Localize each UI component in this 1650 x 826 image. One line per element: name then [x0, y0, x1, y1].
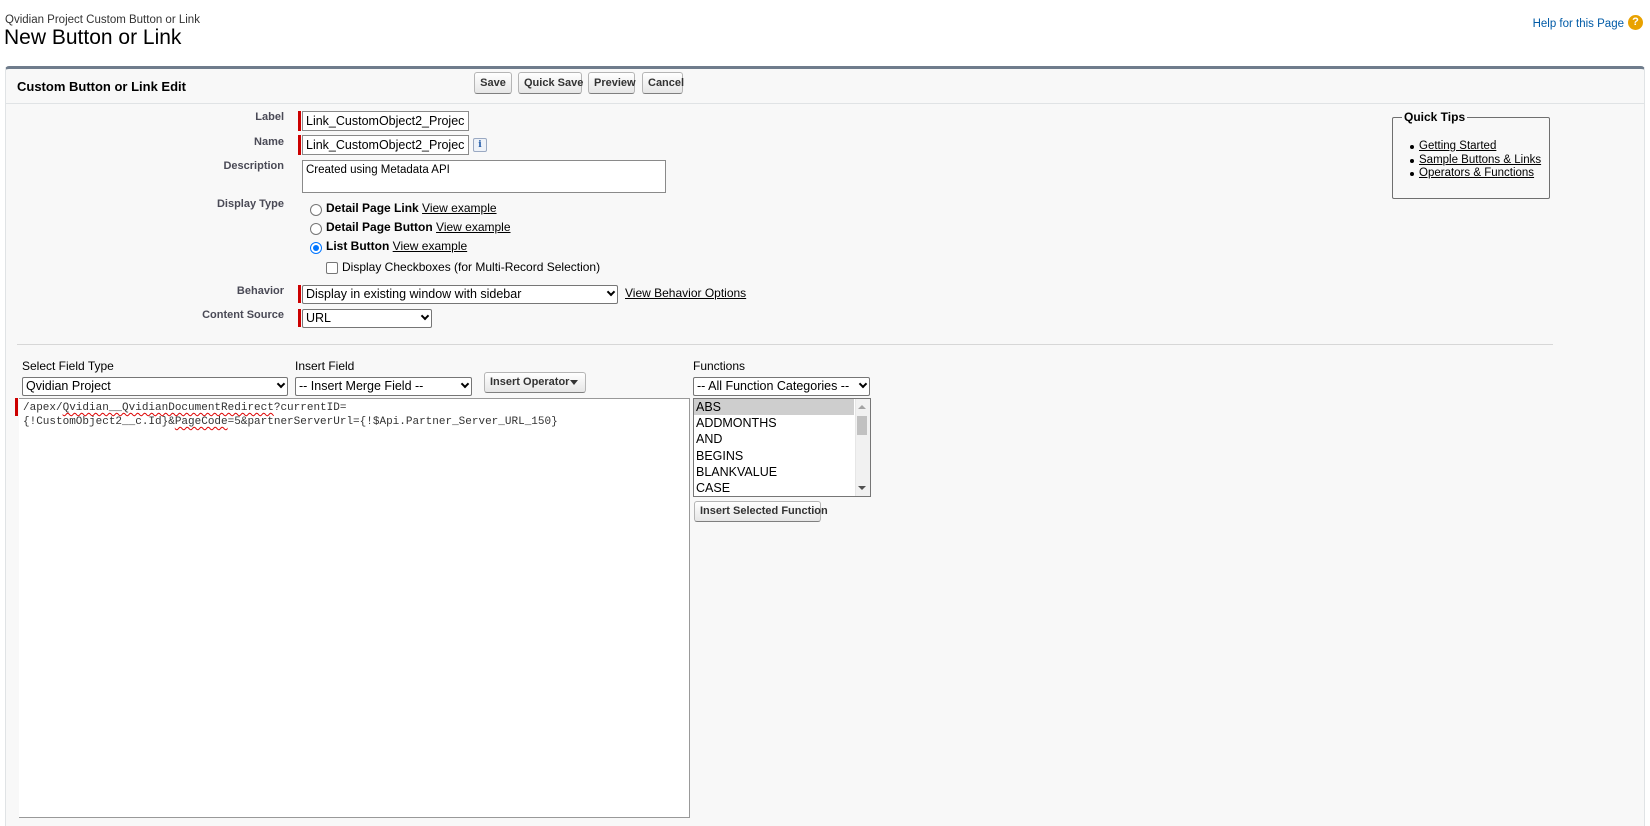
cancel-button[interactable]: Cancel [642, 72, 684, 94]
description-textarea[interactable]: Created using Metadata API [302, 160, 666, 193]
behavior-caption: Behavior [236, 285, 284, 297]
insert-operator-label: Insert Operator [490, 376, 570, 388]
scrollbar[interactable] [855, 399, 870, 496]
info-icon[interactable]: i [473, 138, 487, 152]
label-caption: Label [255, 111, 284, 123]
help-link[interactable]: Help for this Page [1533, 18, 1624, 30]
required-indicator [298, 111, 301, 131]
list-item: Operators & Functions [1409, 167, 1541, 181]
detail-page-button-label: Detail Page Button [326, 220, 433, 234]
panel-title: Custom Button or Link Edit [17, 79, 186, 94]
list-item: Getting Started [1409, 140, 1541, 154]
content-source-value: URL [306, 311, 332, 325]
view-behavior-options-link[interactable]: View Behavior Options [625, 286, 746, 300]
insert-selected-function-button[interactable]: Insert Selected Function [694, 501, 828, 522]
chevron-down-icon [420, 311, 430, 321]
formula-text: /apex/Qvidian__QvidianDocumentRedirect?c… [23, 402, 558, 428]
content-source-caption: Content Source [202, 309, 284, 321]
list-item[interactable]: BEGINS [694, 448, 854, 464]
scrollbar-thumb[interactable] [857, 416, 867, 435]
list-item[interactable]: ABS [694, 399, 854, 416]
getting-started-link[interactable]: Getting Started [1419, 140, 1496, 152]
list-item[interactable]: BLANKVALUE [694, 464, 854, 480]
list-item: Sample Buttons & Links [1409, 154, 1541, 168]
view-example-link[interactable]: View example [422, 201, 496, 215]
detail-page-link-option: Detail Page Link View example [326, 201, 497, 215]
chevron-down-icon [460, 379, 470, 389]
preview-button[interactable]: Preview [588, 72, 636, 94]
page-subtitle: Qvidian Project Custom Button or Link [5, 14, 200, 26]
field-type-select[interactable]: Qvidian Project [22, 377, 288, 396]
detail-page-link-label: Detail Page Link [326, 201, 419, 215]
dropdown-arrow-icon [570, 380, 578, 385]
function-list[interactable]: ABS ADDMONTHS AND BEGINS BLANKVALUE CASE [693, 398, 871, 497]
display-checkboxes-label: Display Checkboxes (for Multi-Record Sel… [342, 260, 601, 274]
view-example-link[interactable]: View example [436, 220, 510, 234]
list-button-label: List Button [326, 239, 390, 253]
required-indicator [298, 285, 301, 303]
quick-save-button[interactable]: Quick Save [518, 72, 583, 94]
list-item[interactable]: AND [694, 431, 854, 447]
name-caption: Name [254, 136, 284, 148]
list-button-option: List Button View example [326, 239, 467, 253]
quick-tips-list: Getting Started Sample Buttons & Links O… [1409, 140, 1541, 181]
insert-operator-button[interactable]: Insert Operator [484, 372, 586, 393]
help-icon[interactable]: ? [1628, 15, 1643, 30]
scroll-down-icon[interactable] [858, 486, 866, 490]
field-type-value: Qvidian Project [26, 379, 111, 393]
insert-field-value: -- Insert Merge Field -- [299, 379, 424, 393]
display-checkboxes-checkbox[interactable] [326, 262, 338, 274]
chevron-down-icon [606, 287, 616, 297]
detail-page-button-option: Detail Page Button View example [326, 220, 511, 234]
behavior-value: Display in existing window with sidebar [306, 287, 522, 301]
insert-field-caption: Insert Field [295, 359, 355, 373]
panel-header [5, 69, 1645, 104]
formula-editor[interactable] [19, 398, 690, 818]
chevron-down-icon [858, 379, 868, 389]
operators-functions-link[interactable]: Operators & Functions [1419, 167, 1534, 179]
display-type-caption: Display Type [216, 198, 284, 210]
scroll-up-icon[interactable] [858, 405, 866, 409]
detail-page-link-radio[interactable] [310, 204, 322, 216]
detail-page-button-radio[interactable] [310, 223, 322, 235]
label-input[interactable] [302, 111, 469, 131]
page-title: New Button or Link [4, 26, 182, 49]
list-item[interactable]: ADDMONTHS [694, 415, 854, 431]
list-button-radio[interactable] [310, 242, 322, 254]
description-caption: Description [223, 160, 284, 172]
required-indicator [298, 309, 301, 327]
chevron-down-icon [276, 379, 286, 389]
quick-tips-title: Quick Tips [1402, 110, 1468, 124]
function-category-value: -- All Function Categories -- [697, 379, 850, 393]
sample-buttons-links-link[interactable]: Sample Buttons & Links [1419, 154, 1541, 166]
list-item[interactable]: CASE [694, 480, 854, 496]
insert-field-select[interactable]: -- Insert Merge Field -- [295, 377, 472, 396]
required-indicator [15, 398, 18, 416]
section-divider [17, 344, 1553, 345]
function-category-select[interactable]: -- All Function Categories -- [693, 377, 870, 396]
name-input[interactable] [302, 135, 469, 155]
save-button[interactable]: Save [474, 72, 512, 94]
behavior-select[interactable]: Display in existing window with sidebar [302, 285, 618, 304]
content-source-select[interactable]: URL [302, 309, 432, 328]
functions-caption: Functions [693, 359, 746, 373]
required-indicator [298, 135, 301, 155]
field-type-caption: Select Field Type [22, 359, 114, 373]
view-example-link[interactable]: View example [393, 239, 467, 253]
